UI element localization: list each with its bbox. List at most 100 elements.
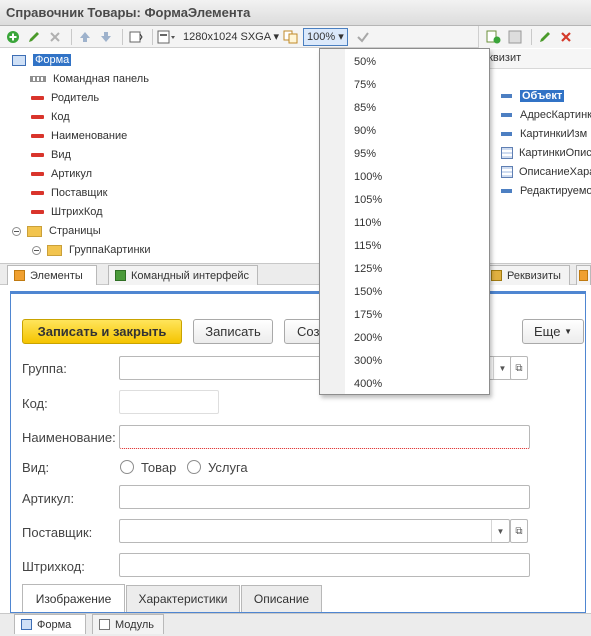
add-icon[interactable] [4,28,22,46]
requisite-item[interactable]: КартинкиИзм [501,125,587,143]
resolution-label: 1280x1024 SXGA [183,31,271,43]
apply-icon[interactable] [354,28,372,46]
barcode-label: Штрихкод: [22,559,85,574]
kind-radio-goods[interactable] [120,460,134,474]
edit-requisite-icon[interactable] [536,28,554,46]
requisite-item[interactable]: АдресКартинк [501,106,591,124]
toolbar-divider [122,28,123,45]
tab-command-interface[interactable]: Командный интерфейс [108,265,258,285]
chevron-down-icon: ▼ [564,327,572,336]
group-label: Группа: [22,361,67,376]
zoom-option-110[interactable]: 110% [345,211,489,234]
zoom-option-125[interactable]: 125% [345,257,489,280]
tab-elements[interactable]: Элементы [7,265,97,285]
tab-form[interactable]: Форма [14,614,86,634]
module-icon [99,619,110,630]
zoom-option-label: 300% [354,354,383,367]
move-up-icon[interactable] [76,28,94,46]
save-button[interactable]: Записать [193,319,273,344]
move-down-icon[interactable] [97,28,115,46]
open-group-button[interactable]: ⧉ [510,356,528,380]
requisite-item[interactable]: КартинкиОпис [501,144,591,162]
tab-characteristics[interactable]: Характеристики [126,585,240,612]
zoom-value: 100% [307,30,336,43]
collapse-icon[interactable] [32,245,41,255]
tab-module[interactable]: Модуль [92,614,164,634]
zoom-option-300[interactable]: 300% [345,349,489,372]
tab-overflow[interactable] [576,265,591,285]
zoom-option-175[interactable]: 175% [345,303,489,326]
tab-image[interactable]: Изображение [22,584,125,612]
zoom-option-label: 175% [354,308,383,321]
requisite-item[interactable]: ОписаниеХара [501,163,591,181]
command-interface-icon [115,270,126,281]
create-button[interactable]: Соз [284,319,324,344]
name-field[interactable] [119,425,530,449]
table-icon[interactable] [506,28,524,46]
zoom-option-85[interactable]: 85% [345,96,489,119]
tab-label: Характеристики [138,592,228,606]
add-requisite-icon[interactable] [485,28,503,46]
window-titlebar: Справочник Товары: ФормаЭлемента [0,0,591,26]
tree-item[interactable]: Страницы [12,222,101,240]
kind-radio-service[interactable] [187,460,201,474]
zoom-option-50[interactable]: 50% [345,50,489,73]
code-field[interactable] [119,390,219,414]
tree-item[interactable]: Вид [31,146,71,164]
zoom-option-90[interactable]: 90% [345,119,489,142]
zoom-option-200[interactable]: 200% [345,326,489,349]
tree-item-label: Вид [51,149,71,161]
dropdown-arrow-icon[interactable]: ▼ [491,520,509,542]
article-label: Артикул: [22,491,75,506]
collapse-icon[interactable] [12,226,21,236]
delete-requisite-icon[interactable] [557,28,575,46]
edit-icon[interactable] [25,28,43,46]
toolbar-divider [71,28,72,45]
zoom-option-115[interactable]: 115% [345,234,489,257]
barcode-field[interactable] [119,553,530,577]
check-form-icon[interactable] [127,28,145,46]
zoom-option-label: 95% [354,147,377,160]
article-field[interactable] [119,485,530,509]
layout-icon[interactable] [157,28,177,46]
save-and-close-button[interactable]: Записать и закрыть [22,319,182,344]
zoom-option-75[interactable]: 75% [345,73,489,96]
tab-requisites[interactable]: Реквизиты [484,265,570,285]
tree-item-form[interactable]: Форма [12,51,72,69]
tree-item[interactable]: Поставщик [31,184,107,202]
requisite-icon [501,94,512,98]
dropdown-arrow-icon[interactable]: ▼ [493,357,511,379]
zoom-option-105[interactable]: 105% [345,188,489,211]
zoom-option-label: 125% [354,262,383,275]
zoom-dropdown[interactable]: 100% ▾ [303,27,348,46]
zoom-option-100[interactable]: 100% [345,165,489,188]
requisite-item[interactable]: Редактируемо [501,182,591,200]
tree-item[interactable]: ГруппаКартинки [32,241,150,259]
resolution-dropdown[interactable]: 1280x1024 SXGA ▾ [180,30,282,43]
supplier-field[interactable]: ▼ [119,519,510,543]
requisite-label: ОписаниеХара [519,166,591,178]
designer-bottom-tabs: Форма Модуль [0,613,591,636]
zoom-option-150[interactable]: 150% [345,280,489,303]
tree-item[interactable]: Артикул [31,165,92,183]
zoom-option-400[interactable]: 400% [345,372,489,395]
code-label: Код: [22,396,48,411]
button-label: Соз [297,324,320,339]
zoom-option-95[interactable]: 95% [345,142,489,165]
tree-item[interactable]: Код [31,108,70,126]
supplier-label: Поставщик: [22,525,93,540]
field-icon [31,153,44,157]
delete-icon[interactable] [46,28,64,46]
tree-item[interactable]: Родитель [31,89,99,107]
more-button[interactable]: Еще ▼ [522,319,584,344]
open-supplier-button[interactable]: ⧉ [510,519,528,543]
folder-icon [47,244,62,256]
requisite-item[interactable]: Объект [501,87,565,105]
tree-item-label: Наименование [51,130,128,142]
tree-item[interactable]: Наименование [31,127,127,145]
tree-item[interactable]: Командная панель [30,70,149,88]
tree-item[interactable]: ШтрихКод [31,203,103,221]
copy-icon[interactable] [282,28,300,46]
tab-description[interactable]: Описание [241,585,322,612]
elements-icon [14,270,25,281]
